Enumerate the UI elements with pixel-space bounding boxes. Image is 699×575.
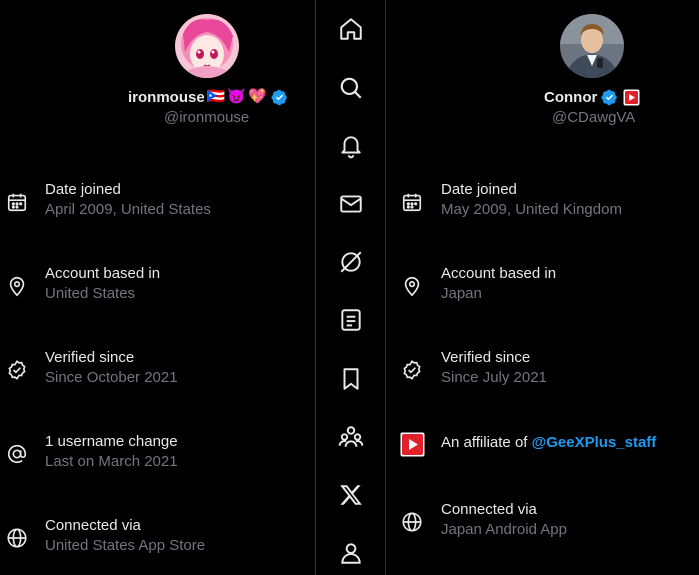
row-value: April 2009, United States: [45, 201, 211, 218]
ironmouse-avatar[interactable]: [175, 14, 239, 78]
at-sign-icon: [6, 443, 28, 465]
home-icon[interactable]: [338, 16, 364, 42]
ironmouse-display-name[interactable]: ironmouse: [128, 89, 205, 106]
row-label: Account based in: [441, 265, 557, 282]
connor-display-name[interactable]: Connor: [544, 89, 597, 106]
affiliate-prefix: An affiliate of: [441, 434, 532, 451]
connor-avatar[interactable]: [560, 14, 624, 78]
row-label: Connected via: [441, 501, 537, 518]
calendar-icon: [6, 191, 28, 213]
row-value: United States App Store: [45, 537, 206, 554]
verified-badge-icon[interactable]: [271, 89, 288, 106]
search-icon[interactable]: [338, 75, 364, 101]
calendar-icon: [401, 191, 423, 213]
left-profile-panel: ironmouse 🇵🇷 😈 💖 @ironmouse Date joined …: [0, 0, 315, 575]
geexplus-logo-icon[interactable]: [400, 432, 425, 457]
grok-icon[interactable]: [338, 249, 364, 275]
row-label: Verified since: [45, 349, 135, 366]
puerto-rico-flag-emoji: 🇵🇷: [206, 88, 226, 105]
navigation-rail: [315, 0, 386, 575]
row-value: Last on March 2021: [45, 453, 178, 470]
bookmark-icon[interactable]: [338, 366, 364, 392]
verified-check-icon: [401, 359, 423, 381]
location-pin-icon: [401, 275, 423, 297]
messages-envelope-icon[interactable]: [338, 191, 364, 217]
row-label: Connected via: [45, 517, 141, 534]
connor-handle[interactable]: @CDawgVA: [552, 109, 635, 126]
location-pin-icon: [6, 275, 28, 297]
sparkling-heart-emoji: 💖: [248, 88, 267, 105]
communities-icon[interactable]: [338, 424, 364, 450]
connor-name-row: Connor: [544, 87, 640, 107]
globe-icon: [6, 527, 28, 549]
row-label: Date joined: [45, 181, 121, 198]
globe-icon: [401, 511, 423, 533]
right-profile-panel: Connor @CDawgVA Date joined May 2009, Un…: [385, 0, 699, 575]
x-logo-icon[interactable]: [338, 482, 364, 508]
verified-check-icon: [6, 359, 28, 381]
row-label: 1 username change: [45, 433, 178, 450]
ironmouse-name-row: ironmouse 🇵🇷 😈 💖: [128, 87, 288, 107]
row-value: May 2009, United Kingdom: [441, 201, 622, 218]
row-value: United States: [45, 285, 136, 302]
geexplus-affiliate-badge-icon[interactable]: [623, 89, 640, 106]
affiliate-link[interactable]: @GeeXPlus_staff: [532, 434, 657, 451]
row-label: Account based in: [45, 265, 161, 282]
ironmouse-handle[interactable]: @ironmouse: [164, 109, 249, 126]
row-value: Japan Android App: [441, 521, 567, 538]
row-value: Since October 2021: [45, 369, 178, 386]
smiling-devil-emoji: 😈: [227, 88, 247, 105]
verified-badge-icon[interactable]: [601, 89, 618, 106]
profile-icon[interactable]: [338, 540, 364, 566]
affiliate-text: An affiliate of @GeeXPlus_staff: [441, 434, 656, 451]
row-label: Verified since: [441, 349, 531, 366]
row-value: Since July 2021: [441, 369, 547, 386]
row-value: Japan: [441, 285, 482, 302]
notifications-bell-icon[interactable]: [338, 133, 364, 159]
lists-icon[interactable]: [338, 307, 364, 333]
row-label: Date joined: [441, 181, 517, 198]
